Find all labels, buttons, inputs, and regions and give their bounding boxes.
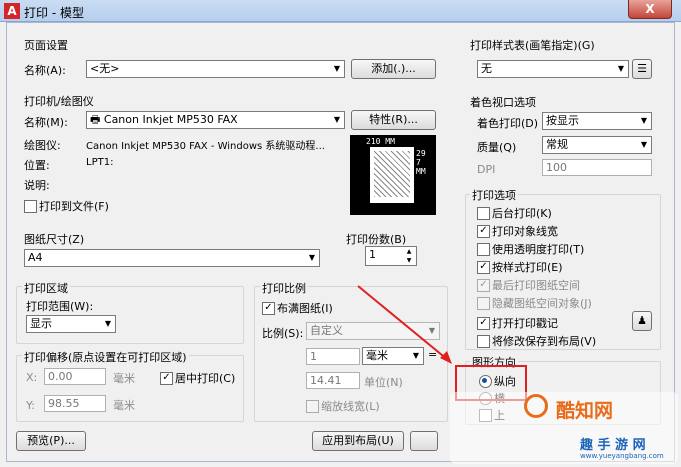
watermark-brand: 酷知网 bbox=[556, 400, 614, 422]
watermark-url: www.yueyangbang.com bbox=[580, 452, 664, 460]
watermark-logo-icon bbox=[524, 394, 548, 418]
watermark-text: 趣 手 游 网 bbox=[580, 438, 646, 453]
annotation-arrowhead bbox=[440, 351, 452, 364]
annotation-arrow-line bbox=[357, 285, 449, 361]
